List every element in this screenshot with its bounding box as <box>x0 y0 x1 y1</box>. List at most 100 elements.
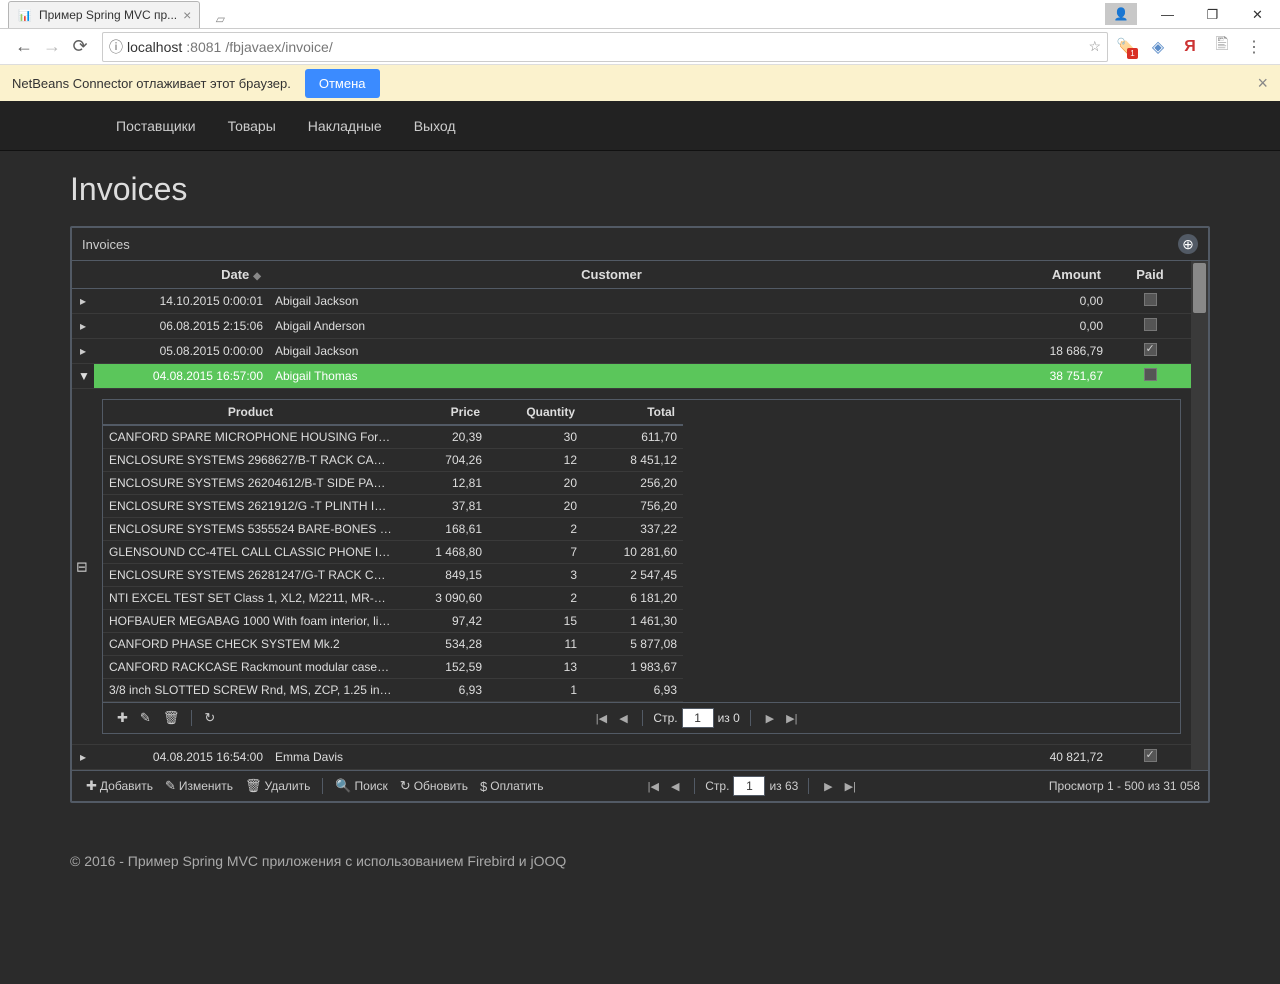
cell-qty: 20 <box>488 472 583 495</box>
maximize-button[interactable]: ❐ <box>1190 0 1235 29</box>
tab-strip: 📊 Пример Spring MVC пр... × ▱ 👤 — ❐ ✕ <box>0 0 1280 29</box>
cell-product: CANFORD PHASE CHECK SYSTEM Mk.2 <box>103 633 398 656</box>
header-customer[interactable]: Customer <box>269 261 954 289</box>
table-row[interactable]: ▸04.08.2015 16:54:00Emma Davis40 821,72 <box>72 745 1191 770</box>
delete-button[interactable]: 🗑Удалить <box>239 776 316 796</box>
header-paid[interactable]: Paid <box>1109 261 1191 289</box>
grid-caption-text: Invoices <box>82 237 130 252</box>
table-row[interactable]: ▼04.08.2015 16:57:00Abigail Thomas38 751… <box>72 364 1191 389</box>
cell-amount: 0,00 <box>954 314 1109 339</box>
cell-paid <box>1109 364 1191 389</box>
subgrid-data-row[interactable]: GLENSOUND CC-4TEL CALL CLASSIC PHONE IN … <box>103 541 683 564</box>
pay-button[interactable]: $Оплатить <box>474 777 549 796</box>
next-page-icon[interactable]: ▶ <box>819 777 837 795</box>
sub-delete-button[interactable]: 🗑 <box>157 708 186 728</box>
cell-product: 3/8 inch SLOTTED SCREW Rnd, MS, ZCP, 1.2… <box>103 679 398 702</box>
prev-page-icon[interactable]: ◀ <box>614 709 632 727</box>
url-input[interactable]: ⓘ localhost:8081/fbjavaex/invoice/ ☆ <box>102 32 1108 62</box>
edit-button[interactable]: ✎Изменить <box>159 776 239 796</box>
table-row[interactable]: ▸05.08.2015 0:00:00Abigail Jackson18 686… <box>72 339 1191 364</box>
tab-title: Пример Spring MVC пр... <box>39 8 177 22</box>
subgrid-data-row[interactable]: ENCLOSURE SYSTEMS 26281247/G-T RACK CABI… <box>103 564 683 587</box>
expand-toggle[interactable]: ▸ <box>72 289 94 314</box>
pdf-icon[interactable]: 🖺 <box>1212 37 1232 57</box>
subgrid-data-row[interactable]: HOFBAUER MEGABAG 1000 With foam interior… <box>103 610 683 633</box>
expand-toggle[interactable]: ▸ <box>72 314 94 339</box>
subgrid-data-row[interactable]: ENCLOSURE SYSTEMS 2968627/B-T RACK CABIN… <box>103 449 683 472</box>
cell-product: ENCLOSURE SYSTEMS 2621912/G -T PLINTH IN… <box>103 495 398 518</box>
prev-page-icon[interactable]: ◀ <box>666 777 684 795</box>
scroll-thumb[interactable] <box>1193 263 1206 313</box>
netbeans-bar: NetBeans Connector отлаживает этот брауз… <box>0 65 1280 101</box>
cancel-button[interactable]: Отмена <box>305 69 380 98</box>
forward-button[interactable]: → <box>38 33 66 61</box>
subgrid-data-row[interactable]: CANFORD RACKCASE Rackmount modular case,… <box>103 656 683 679</box>
close-window-button[interactable]: ✕ <box>1235 0 1280 29</box>
sub-header-qty[interactable]: Quantity <box>488 400 583 425</box>
cell-customer: Abigail Jackson <box>269 289 954 314</box>
edit-icon: ✎ <box>140 710 151 726</box>
star-icon[interactable]: ☆ <box>1088 38 1101 55</box>
subgrid-data-row[interactable]: 3/8 inch SLOTTED SCREW Rnd, MS, ZCP, 1.2… <box>103 679 683 702</box>
close-icon[interactable]: × <box>183 7 191 23</box>
sub-page-input[interactable] <box>682 708 714 728</box>
expand-toggle[interactable]: ▸ <box>72 745 94 770</box>
refresh-button[interactable]: ↻Обновить <box>394 776 474 796</box>
last-page-icon[interactable]: ▶| <box>783 709 801 727</box>
subgrid-indent-icon: ⊟ <box>76 558 88 575</box>
first-page-icon[interactable]: |◀ <box>592 709 610 727</box>
subgrid-data-row[interactable]: NTI EXCEL TEST SET Class 1, XL2, M2211, … <box>103 587 683 610</box>
cube-icon[interactable]: ◈ <box>1148 37 1168 57</box>
header-amount[interactable]: Amount <box>954 261 1109 289</box>
grid-scrollbar[interactable] <box>1191 261 1208 770</box>
browser-tab[interactable]: 📊 Пример Spring MVC пр... × <box>8 1 200 28</box>
nav-invoices[interactable]: Накладные <box>292 101 398 151</box>
subgrid-data-row[interactable]: CANFORD SPARE MICROPHONE HOUSING For DMH… <box>103 425 683 449</box>
cell-amount: 0,00 <box>954 289 1109 314</box>
add-button[interactable]: ✚Добавить <box>80 776 159 796</box>
extension-icon[interactable]: 🏷️ <box>1116 37 1136 57</box>
close-icon[interactable]: × <box>1257 73 1268 94</box>
next-page-icon[interactable]: ▶ <box>761 709 779 727</box>
sub-edit-button[interactable]: ✎ <box>134 708 157 728</box>
new-tab-button[interactable]: ▱ <box>208 10 232 28</box>
menu-icon[interactable]: ⋮ <box>1244 37 1264 57</box>
cell-total: 10 281,60 <box>583 541 683 564</box>
cell-paid <box>1109 339 1191 364</box>
expand-toggle[interactable]: ▼ <box>72 364 94 389</box>
cell-total: 6 181,20 <box>583 587 683 610</box>
sub-header-product[interactable]: Product <box>103 400 398 425</box>
collapse-icon[interactable]: ⊕ <box>1178 234 1198 254</box>
cell-qty: 12 <box>488 449 583 472</box>
info-icon[interactable]: ⓘ <box>109 37 123 57</box>
sub-header-total[interactable]: Total <box>583 400 683 425</box>
cell-date: 05.08.2015 0:00:00 <box>94 339 269 364</box>
sub-header-price[interactable]: Price <box>398 400 488 425</box>
table-row[interactable]: ▸06.08.2015 2:15:06Abigail Anderson0,00 <box>72 314 1191 339</box>
cell-price: 1 468,80 <box>398 541 488 564</box>
last-page-icon[interactable]: ▶| <box>841 777 859 795</box>
header-date[interactable]: Date◆ <box>94 261 269 289</box>
subgrid-data-row[interactable]: ENCLOSURE SYSTEMS 2621912/G -T PLINTH IN… <box>103 495 683 518</box>
back-button[interactable]: ← <box>10 33 38 61</box>
table-row[interactable]: ▸14.10.2015 0:00:01Abigail Jackson0,00 <box>72 289 1191 314</box>
sub-refresh-button[interactable]: ↻ <box>198 708 221 728</box>
reload-button[interactable]: ⟳ <box>66 33 94 61</box>
cell-price: 849,15 <box>398 564 488 587</box>
nav-logout[interactable]: Выход <box>398 101 472 151</box>
search-button[interactable]: 🔍Поиск <box>329 776 393 796</box>
yandex-icon[interactable]: Я <box>1180 37 1200 57</box>
page-input[interactable] <box>733 776 765 796</box>
first-page-icon[interactable]: |◀ <box>644 777 662 795</box>
sub-add-button[interactable]: ✚ <box>111 708 134 728</box>
minimize-button[interactable]: — <box>1145 0 1190 29</box>
subgrid-data-row[interactable]: ENCLOSURE SYSTEMS 5355524 BARE-BONES RAC… <box>103 518 683 541</box>
nav-products[interactable]: Товары <box>212 101 292 151</box>
expand-toggle[interactable]: ▸ <box>72 339 94 364</box>
user-icon[interactable]: 👤 <box>1105 3 1137 25</box>
subgrid-data-row[interactable]: ENCLOSURE SYSTEMS 26204612/B-T SIDE PANE… <box>103 472 683 495</box>
url-host: localhost <box>127 39 182 55</box>
subgrid-data-row[interactable]: CANFORD PHASE CHECK SYSTEM Mk.2534,28115… <box>103 633 683 656</box>
cell-qty: 11 <box>488 633 583 656</box>
nav-suppliers[interactable]: Поставщики <box>100 101 212 151</box>
